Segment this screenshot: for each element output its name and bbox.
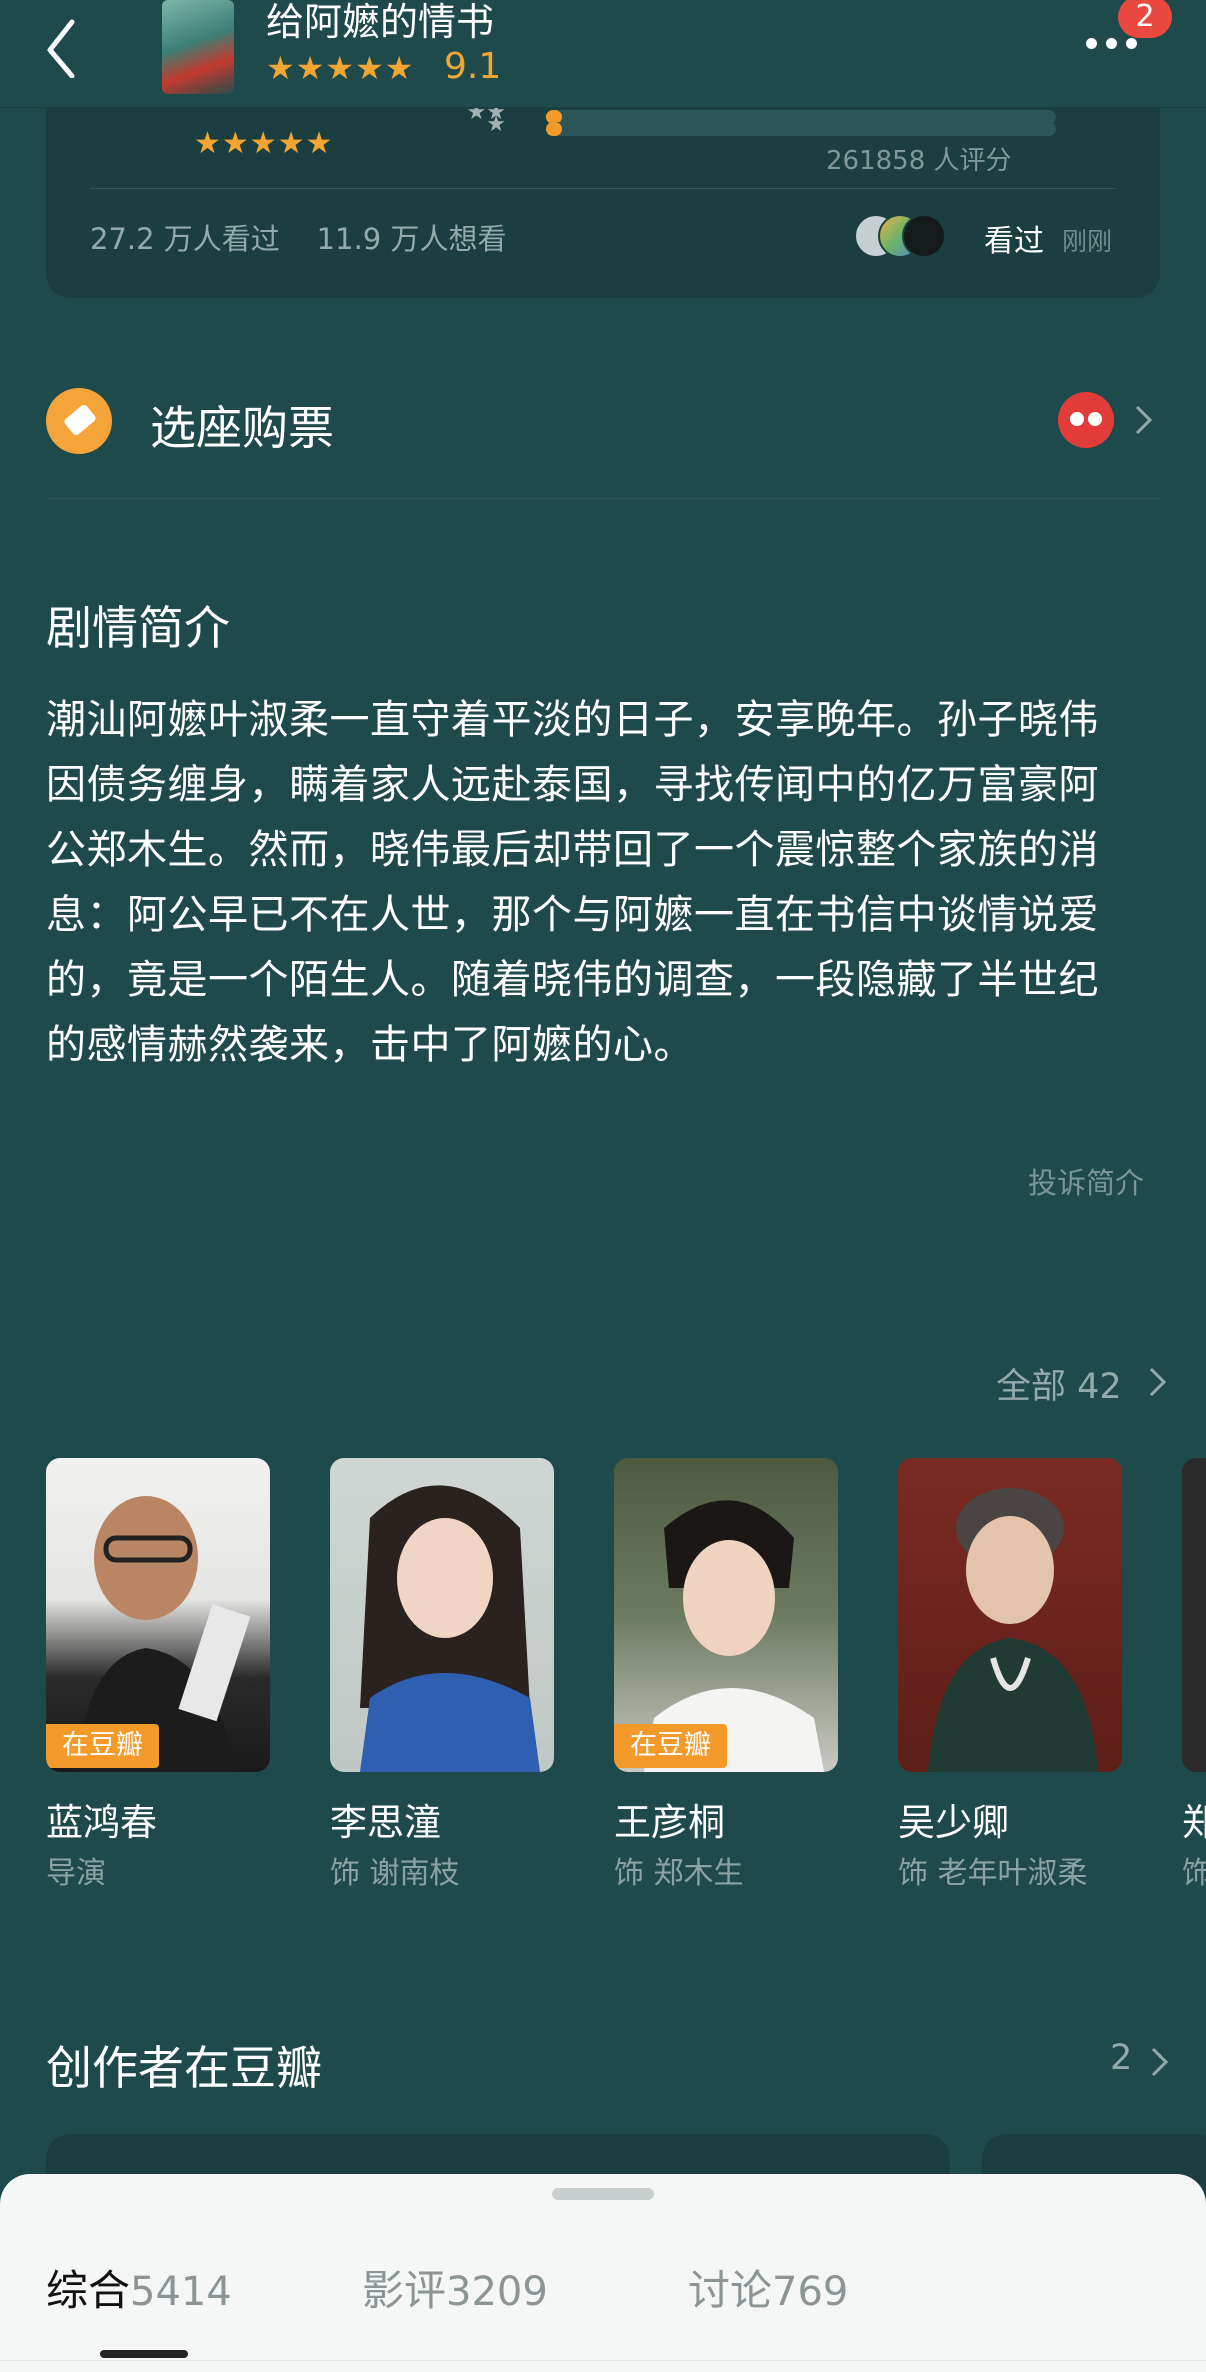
back-arrow-icon	[47, 19, 75, 79]
seen-count: 27.2 万人看过	[90, 222, 280, 256]
friend-avatars[interactable]	[854, 214, 946, 258]
reviews-bottom-sheet[interactable]: 综合5414 影评3209 讨论769	[0, 2174, 1206, 2372]
cast-name: 郑	[1182, 1801, 1206, 1844]
movie-poster-thumbnail[interactable]	[162, 0, 234, 94]
notification-badge: 2	[1118, 0, 1172, 38]
cast-card[interactable]: 吴少卿 饰 老年叶淑柔	[898, 1458, 1122, 1898]
report-synopsis-link[interactable]: 投诉简介	[1028, 1160, 1144, 1202]
cast-photo: 在豆瓣	[46, 1458, 270, 1772]
seen-label: 看过	[984, 224, 1044, 259]
tab-count: 3209	[446, 2269, 548, 2315]
buy-tickets-label: 选座购票	[150, 401, 334, 455]
chevron-right-icon	[1139, 2047, 1169, 2077]
cast-all-label: 全部 42	[996, 1367, 1122, 1407]
cast-view-all[interactable]: 全部 42	[996, 1358, 1122, 1409]
sheet-drag-handle[interactable]	[552, 2188, 654, 2200]
creators-count[interactable]: 2	[1110, 2038, 1132, 2078]
nav-score: 9.1	[444, 46, 502, 87]
cast-card[interactable]: 郑 饰	[1182, 1458, 1206, 1898]
avatar	[902, 214, 946, 258]
tab-label: 讨论	[688, 2266, 773, 2315]
ticket-icon	[46, 388, 112, 454]
cast-role: 饰 郑木生	[614, 1856, 744, 1891]
back-button[interactable]	[40, 8, 100, 79]
cast-photo: 在豆瓣	[614, 1458, 838, 1772]
person-photo-icon	[928, 1488, 1098, 1772]
cast-role: 导演	[46, 1856, 106, 1891]
tab-comprehensive[interactable]: 综合5414	[46, 2264, 232, 2319]
tab-discussions[interactable]: 讨论769	[688, 2264, 848, 2319]
rating-stars: ★★★★★	[194, 126, 334, 161]
synopsis-text: 潮汕阿嬷叶淑柔一直守着平淡的日子，安享晚年。孙子晓伟因债务缠身，瞒着家人远赴泰国…	[46, 697, 1099, 1068]
cast-list[interactable]: 在豆瓣 蓝鸿春 导演 李思潼 饰 谢南枝 在豆瓣 王彦桐 饰 郑木生 吴少卿 饰…	[46, 1458, 1206, 1898]
cast-card[interactable]: 在豆瓣 王彦桐 饰 郑木生	[614, 1458, 838, 1898]
more-dot-icon	[1126, 38, 1137, 49]
cast-photo	[1182, 1458, 1206, 1772]
synopsis-title: 剧情简介	[46, 601, 230, 655]
chevron-right-icon	[1137, 1367, 1167, 1397]
rating-track	[546, 122, 1056, 136]
top-nav-bar: 给阿嬷的情书 ★★★★★ 9.1 2	[0, 0, 1206, 108]
cast-card[interactable]: 在豆瓣 蓝鸿春 导演	[46, 1458, 270, 1898]
cast-name: 李思潼	[330, 1801, 441, 1844]
rating-fill	[546, 122, 562, 136]
divider	[90, 188, 1116, 189]
cast-name: 吴少卿	[898, 1801, 1009, 1844]
rating-count: 261858 人评分	[826, 146, 1012, 176]
cast-card[interactable]: 李思潼 饰 谢南枝	[330, 1458, 554, 1898]
cast-name: 王彦桐	[614, 1801, 725, 1844]
nav-stars: ★★★★★	[266, 49, 415, 87]
cast-role: 饰 谢南枝	[330, 1856, 460, 1891]
person-photo-icon	[360, 1485, 540, 1772]
tab-label: 影评	[362, 2266, 447, 2315]
time-label: 刚刚	[1062, 227, 1113, 256]
tab-label: 综合	[46, 2266, 131, 2315]
tab-count: 769	[772, 2269, 849, 2315]
tab-count: 5414	[130, 2269, 232, 2315]
on-douban-tag: 在豆瓣	[614, 1724, 727, 1768]
maoyan-cat-icon	[1058, 392, 1114, 448]
star-1-label: ★	[486, 112, 506, 137]
buy-tickets-row[interactable]: 选座购票	[46, 378, 1160, 488]
divider	[46, 498, 1160, 499]
chevron-right-icon	[1123, 405, 1153, 435]
cast-name: 蓝鸿春	[46, 1801, 157, 1844]
more-dot-icon	[1086, 38, 1097, 49]
cast-role: 饰	[1182, 1856, 1206, 1891]
active-tab-indicator	[100, 2350, 188, 2358]
seen-want-stats: 27.2 万人看过 11.9 万人想看	[90, 216, 506, 258]
rating-bar-1star: ★	[446, 112, 1056, 137]
cast-photo	[330, 1458, 554, 1772]
more-dot-icon	[1106, 38, 1117, 49]
want-count: 11.9 万人想看	[316, 222, 507, 256]
cast-photo	[898, 1458, 1122, 1772]
on-douban-tag: 在豆瓣	[46, 1724, 159, 1768]
tab-reviews[interactable]: 影评3209	[362, 2264, 548, 2319]
divider	[0, 2360, 1206, 2361]
movie-title: 给阿嬷的情书	[266, 0, 495, 44]
cast-role: 饰 老年叶淑柔	[898, 1856, 1088, 1891]
creators-section-title: 创作者在豆瓣	[46, 2041, 322, 2095]
